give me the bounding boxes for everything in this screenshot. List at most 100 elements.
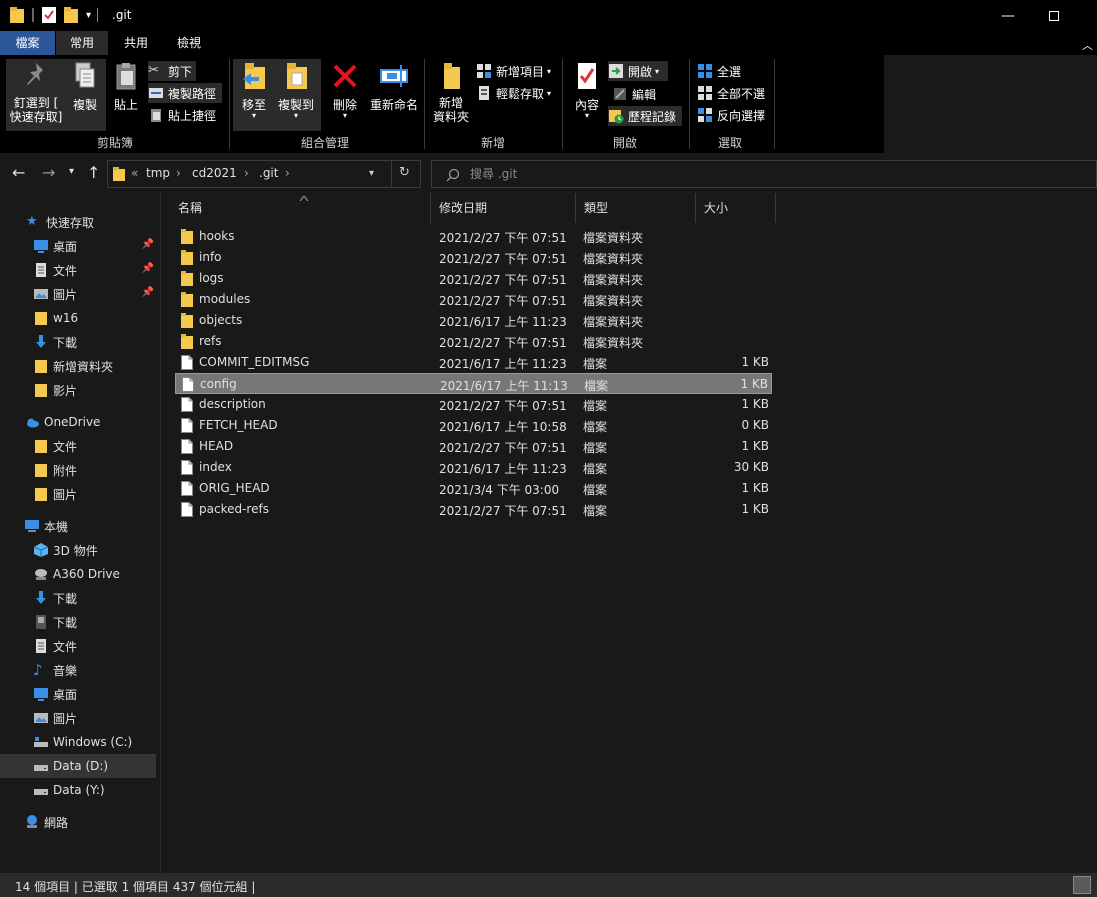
- nav-onedrive-attachments[interactable]: 附件: [0, 458, 160, 482]
- crumb-git[interactable]: .git: [259, 166, 278, 180]
- group-separator: [229, 59, 230, 149]
- new-folder-button[interactable]: 新增 資料夾: [430, 61, 472, 124]
- pin-icon[interactable]: 📌: [142, 239, 154, 250]
- column-type[interactable]: 類型: [576, 193, 696, 223]
- recent-locations-button[interactable]: ▾: [69, 166, 74, 177]
- properties-button[interactable]: 內容 ▾: [570, 61, 604, 120]
- nav-desktop[interactable]: 桌面 📌: [0, 234, 160, 258]
- folder-icon: [181, 334, 193, 349]
- cut-button[interactable]: ✂ 剪下: [148, 61, 196, 81]
- copy-to-button[interactable]: 複製到 ▾: [276, 61, 316, 120]
- back-button[interactable]: ←: [12, 163, 25, 182]
- copy-button[interactable]: 複製: [66, 61, 104, 113]
- copy-path-button[interactable]: 複製路徑: [148, 83, 222, 103]
- tab-file[interactable]: 檔案: [0, 31, 55, 55]
- tab-share[interactable]: 共用: [112, 31, 160, 55]
- file-row[interactable]: logs 2021/2/27 下午 07:51 檔案資料夾: [175, 268, 772, 289]
- move-to-button[interactable]: 移至 ▾: [236, 61, 272, 120]
- nav-pc-documents[interactable]: 文件: [0, 634, 160, 658]
- new-folder-icon[interactable]: [64, 7, 78, 23]
- nav-drive-d[interactable]: Data (D:): [0, 754, 156, 778]
- pin-quick-access-button[interactable]: 釘選到 [ 快速存取]: [8, 61, 64, 124]
- select-all-label: 全選: [717, 64, 742, 79]
- rename-button[interactable]: 重新命名: [367, 61, 421, 113]
- folder-icon[interactable]: [10, 7, 24, 23]
- column-size[interactable]: 大小: [696, 193, 776, 223]
- nav-drive-y[interactable]: Data (Y:): [0, 778, 160, 802]
- file-row[interactable]: hooks 2021/2/27 下午 07:51 檔案資料夾: [175, 226, 772, 247]
- search-box[interactable]: [431, 160, 1097, 188]
- select-none-button[interactable]: 全部不選: [697, 83, 765, 103]
- edit-button[interactable]: 編輯: [612, 84, 656, 104]
- column-date[interactable]: 修改日期: [431, 193, 576, 223]
- crumb-separator-icon[interactable]: ›: [285, 166, 290, 180]
- paste-button[interactable]: 貼上: [110, 61, 142, 113]
- nav-pc-downloads[interactable]: 下載: [0, 586, 160, 610]
- up-button[interactable]: ↑: [87, 163, 100, 182]
- file-row[interactable]: modules 2021/2/27 下午 07:51 檔案資料夾: [175, 289, 772, 310]
- tab-home[interactable]: 常用: [56, 31, 108, 55]
- file-row[interactable]: COMMIT_EDITMSG 2021/6/17 上午 11:23 檔案 1 KB: [175, 352, 772, 373]
- open-button[interactable]: 開啟 ▾: [608, 61, 668, 81]
- nav-pc-pictures[interactable]: 圖片: [0, 706, 160, 730]
- nav-this-pc[interactable]: 本機: [0, 514, 160, 538]
- minimize-button[interactable]: —: [985, 0, 1031, 31]
- nav-a360-drive[interactable]: A360 Drive: [0, 562, 160, 586]
- nav-quick-access[interactable]: ★ 快速存取: [0, 210, 160, 234]
- window-title: .git: [112, 8, 132, 22]
- crumb-tmp[interactable]: tmp: [146, 166, 170, 180]
- nav-pc-downloads-2[interactable]: 下載: [0, 610, 160, 634]
- nav-pc-desktop[interactable]: 桌面: [0, 682, 160, 706]
- nav-documents[interactable]: 文件 📌: [0, 258, 160, 282]
- file-row[interactable]: objects 2021/6/17 上午 11:23 檔案資料夾: [175, 310, 772, 331]
- easy-access-button[interactable]: 輕鬆存取 ▾: [476, 83, 551, 103]
- nav-onedrive-documents[interactable]: 文件: [0, 434, 160, 458]
- nav-pictures[interactable]: 圖片 📌: [0, 282, 160, 306]
- details-view-button[interactable]: [1073, 876, 1091, 894]
- file-icon: [181, 418, 193, 433]
- file-row[interactable]: FETCH_HEAD 2021/6/17 上午 10:58 檔案 0 KB: [175, 415, 772, 436]
- search-input[interactable]: [470, 165, 870, 183]
- nav-new-folder[interactable]: 新增資料夾: [0, 354, 160, 378]
- history-button[interactable]: 歷程記錄: [608, 106, 682, 126]
- address-dropdown-icon[interactable]: ▾: [369, 168, 374, 179]
- crumb-cd2021[interactable]: cd2021: [192, 166, 237, 180]
- pin-icon[interactable]: 📌: [142, 287, 154, 298]
- properties-check-icon[interactable]: [42, 7, 56, 23]
- delete-button[interactable]: 刪除 ▾: [330, 61, 360, 120]
- nav-onedrive-pictures[interactable]: 圖片: [0, 482, 160, 506]
- file-row[interactable]: ORIG_HEAD 2021/3/4 下午 03:00 檔案 1 KB: [175, 478, 772, 499]
- customize-qa-icon[interactable]: ▾: [86, 10, 91, 21]
- nav-3d-objects[interactable]: 3D 物件: [0, 538, 160, 562]
- file-row[interactable]: info 2021/2/27 下午 07:51 檔案資料夾: [175, 247, 772, 268]
- nav-w16[interactable]: w16: [0, 306, 160, 330]
- crumb-separator-icon[interactable]: ›: [176, 166, 181, 180]
- file-row[interactable]: refs 2021/2/27 下午 07:51 檔案資料夾: [175, 331, 772, 352]
- refresh-icon[interactable]: ↻: [399, 165, 410, 180]
- nav-drive-c[interactable]: Windows (C:): [0, 730, 160, 754]
- pane-splitter[interactable]: [160, 193, 161, 873]
- nav-music[interactable]: ♪ 音樂: [0, 658, 160, 682]
- pin-icon[interactable]: 📌: [142, 263, 154, 274]
- file-row[interactable]: index 2021/6/17 上午 11:23 檔案 30 KB: [175, 457, 772, 478]
- crumb-separator-icon[interactable]: ›: [244, 166, 249, 180]
- copy-icon: [75, 62, 95, 88]
- nav-onedrive[interactable]: OneDrive: [0, 410, 160, 434]
- file-row[interactable]: description 2021/2/27 下午 07:51 檔案 1 KB: [175, 394, 772, 415]
- nav-downloads[interactable]: 下載: [0, 330, 160, 354]
- file-row[interactable]: HEAD 2021/2/27 下午 07:51 檔案 1 KB: [175, 436, 772, 457]
- file-row[interactable]: packed-refs 2021/2/27 下午 07:51 檔案 1 KB: [175, 499, 772, 520]
- maximize-button[interactable]: [1031, 0, 1077, 31]
- collapse-ribbon-icon[interactable]: ︿: [1082, 37, 1093, 53]
- nav-videos[interactable]: 影片: [0, 378, 160, 402]
- overflow-crumb[interactable]: «: [131, 166, 138, 180]
- select-all-button[interactable]: 全選: [697, 61, 741, 81]
- nav-network[interactable]: 網路: [0, 810, 160, 834]
- forward-button[interactable]: →: [42, 163, 55, 182]
- tab-view[interactable]: 檢視: [165, 31, 213, 55]
- file-row[interactable]: config 2021/6/17 上午 11:13 檔案 1 KB: [175, 373, 772, 394]
- paste-shortcut-button[interactable]: 貼上捷徑: [148, 105, 216, 125]
- new-item-button[interactable]: 新增項目 ▾: [476, 61, 551, 81]
- invert-selection-button[interactable]: 反向選擇: [697, 105, 765, 125]
- address-bar[interactable]: « tmp › cd2021 › .git › ▾ ↻: [107, 160, 421, 188]
